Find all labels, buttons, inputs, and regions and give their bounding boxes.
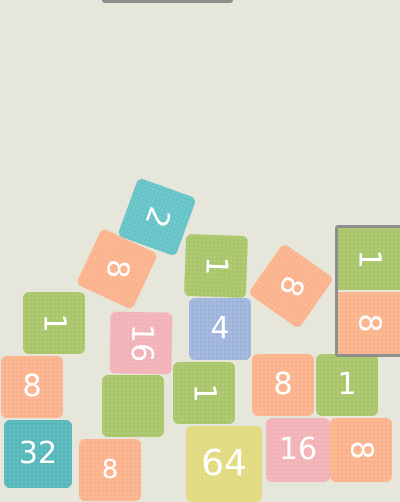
tile-8[interactable]: 8	[247, 242, 335, 330]
tile-value: 2	[137, 202, 178, 233]
tile-blank[interactable]	[102, 375, 164, 437]
tile-1[interactable]: 1	[183, 233, 249, 299]
tile-1[interactable]: 1	[173, 362, 235, 424]
tile-value: 8	[344, 440, 379, 460]
tile-8[interactable]: 8	[1, 356, 63, 418]
next-pair-holder[interactable]: 1 8	[335, 225, 400, 357]
tile-8[interactable]: 8	[252, 354, 314, 416]
tile-16[interactable]: 16	[266, 418, 330, 482]
tile-64[interactable]: 64	[186, 426, 262, 502]
tile-value: 16	[278, 432, 318, 467]
tile-8[interactable]: 8	[79, 439, 141, 501]
tile-value: 1	[337, 367, 357, 402]
tile-value: 8	[273, 367, 293, 402]
tile-value: 8	[22, 369, 42, 404]
tile-value: 1	[352, 249, 387, 269]
tile-32[interactable]: 32	[4, 420, 72, 488]
tile-value: 4	[210, 311, 230, 346]
tile-value: 1	[198, 255, 235, 277]
tile-8[interactable]: 8	[330, 418, 392, 482]
tile-value: 8	[101, 455, 119, 485]
tile-4[interactable]: 4	[189, 298, 251, 360]
tile-value: 8	[99, 258, 136, 281]
drop-guide-bar	[102, 0, 233, 3]
tile-1[interactable]: 1	[316, 354, 378, 416]
next-tile-8: 8	[338, 292, 400, 354]
tile-value: 32	[18, 436, 58, 471]
tile-16[interactable]: 16	[109, 311, 173, 375]
tile-value: 16	[123, 323, 160, 363]
tile-value: 8	[352, 313, 387, 333]
tile-value: 1	[187, 383, 222, 403]
tile-1[interactable]: 1	[23, 292, 85, 354]
tile-value: 8	[271, 271, 312, 302]
tile-value: 1	[37, 313, 72, 333]
next-tile-1: 1	[338, 228, 400, 290]
